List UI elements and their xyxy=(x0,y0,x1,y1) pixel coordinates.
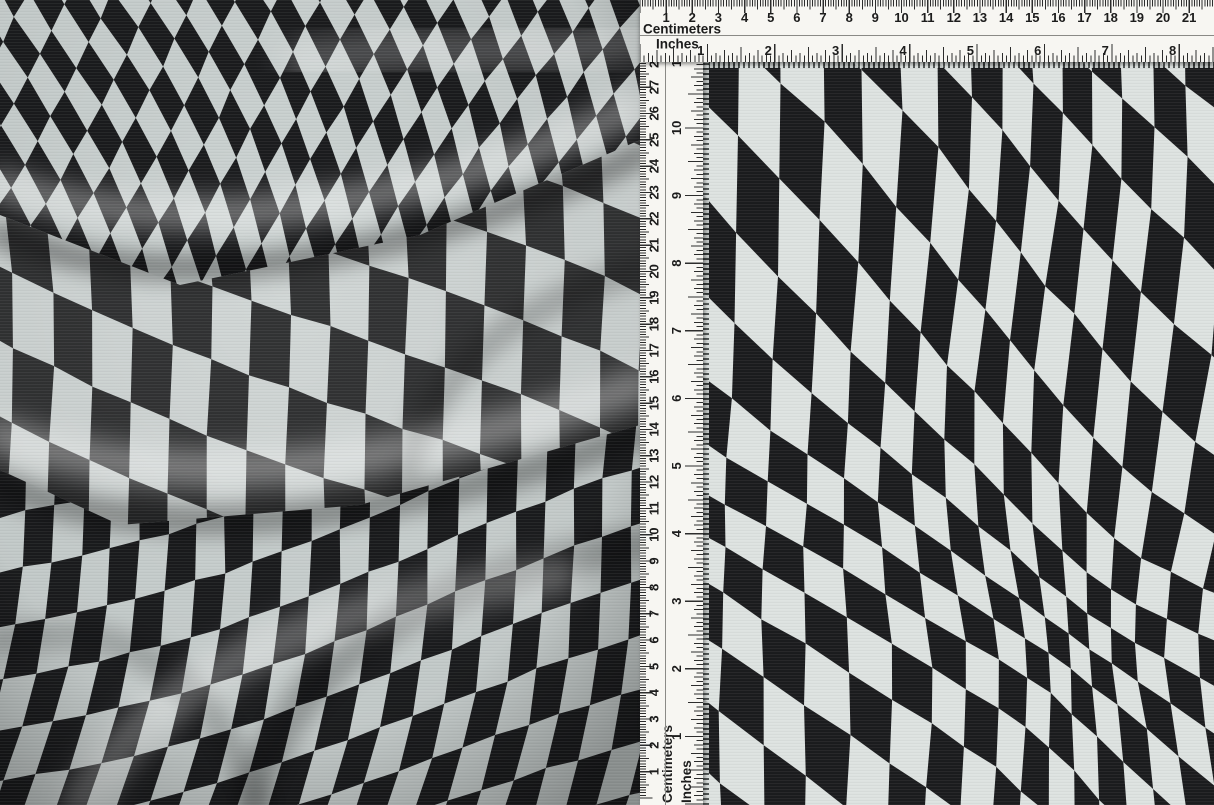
cm-tick-label: 12 xyxy=(647,475,662,489)
cm-tick-label: 3 xyxy=(647,715,662,722)
cm-tick-label: 7 xyxy=(647,610,662,617)
inch-tick-label: 1 xyxy=(697,43,704,58)
fabric-selvage-top-edge xyxy=(703,62,1214,68)
cm-tick-label: 9 xyxy=(647,557,662,564)
flat-fabric-render xyxy=(703,62,1214,805)
cm-tick-label: 20 xyxy=(1156,10,1170,25)
inch-scale-label: Inches xyxy=(679,760,694,803)
cm-tick-label: 18 xyxy=(647,317,662,331)
cm-tick-label: 5 xyxy=(647,663,662,670)
cm-tick-label: 10 xyxy=(894,10,908,25)
cm-tick-label: 9 xyxy=(872,10,879,25)
cm-tick-label: 14 xyxy=(647,421,662,436)
inch-tick-label: 6 xyxy=(1034,43,1041,58)
cm-tick-label: 19 xyxy=(1130,10,1144,25)
vertical-ruler-render: 1234567891011121314151617181920212223242… xyxy=(640,62,703,805)
cm-tick-label: 6 xyxy=(793,10,800,25)
inch-tick-label: 7 xyxy=(669,327,684,334)
cm-tick-label: 26 xyxy=(647,106,662,120)
inch-tick-label: 7 xyxy=(1102,43,1109,58)
inch-tick-label: 4 xyxy=(899,43,907,58)
draped-fabric-render xyxy=(0,0,640,805)
cm-tick-label: 14 xyxy=(999,10,1014,25)
cm-tick-label: 4 xyxy=(647,688,662,696)
cm-tick-label: 18 xyxy=(1103,10,1117,25)
fabric-selvage-left-edge xyxy=(703,62,709,805)
cm-tick-label: 16 xyxy=(1051,10,1065,25)
cm-tick-label: 24 xyxy=(647,158,662,173)
cm-tick-label: 11 xyxy=(647,502,662,516)
cm-tick-label: 17 xyxy=(1077,10,1091,25)
cm-tick-label: 25 xyxy=(647,133,662,147)
inch-tick-label: 2 xyxy=(765,43,772,58)
cm-tick-label: 10 xyxy=(647,527,662,541)
cm-tick-label: 19 xyxy=(647,290,662,304)
inch-scale-label: Inches xyxy=(656,37,699,52)
flat-fabric-swatch xyxy=(703,62,1214,805)
cm-tick-label: 15 xyxy=(1025,10,1039,25)
cm-scale-label: Centimeters xyxy=(643,22,721,37)
cm-tick-label: 22 xyxy=(647,211,662,225)
cm-tick-label: 12 xyxy=(947,10,961,25)
draped-fabric-photo xyxy=(0,0,640,805)
inch-tick-label: 3 xyxy=(669,598,684,605)
inch-tick-label: 4 xyxy=(669,529,684,537)
cm-tick-label: 8 xyxy=(647,584,662,591)
cm-tick-label: 5 xyxy=(767,10,774,25)
inch-tick-label: 3 xyxy=(832,43,839,58)
inch-tick-label: 8 xyxy=(669,259,684,266)
inch-tick-label: 8 xyxy=(1169,43,1176,58)
cm-tick-label: 15 xyxy=(647,396,662,410)
vertical-ruler: 1234567891011121314151617181920212223242… xyxy=(640,62,703,805)
horizontal-ruler-render: 123456789101112131415161718192021Centime… xyxy=(640,0,1214,62)
inch-tick-label: 5 xyxy=(967,43,974,58)
inch-tick-label: 2 xyxy=(669,665,684,672)
horizontal-ruler: 123456789101112131415161718192021Centime… xyxy=(640,0,1214,62)
cm-tick-label: 13 xyxy=(973,10,987,25)
fabric-photo-with-rulers: 123456789101112131415161718192021Centime… xyxy=(0,0,1214,805)
inch-tick-label: 1 xyxy=(669,733,684,740)
cm-tick-label: 13 xyxy=(647,448,662,462)
cm-tick-label: 4 xyxy=(741,10,749,25)
cm-tick-label: 11 xyxy=(921,10,935,25)
cm-tick-label: 6 xyxy=(647,636,662,643)
inch-tick-label: 9 xyxy=(669,192,684,199)
cm-tick-label: 7 xyxy=(819,10,826,25)
cm-tick-label: 28 xyxy=(647,62,662,68)
inch-tick-label: 6 xyxy=(669,395,684,402)
inch-tick-label: 10 xyxy=(669,121,684,135)
cm-tick-label: 8 xyxy=(846,10,853,25)
inch-tick-label: 5 xyxy=(669,462,684,469)
cm-tick-label: 17 xyxy=(647,343,662,357)
cm-tick-label: 23 xyxy=(647,185,662,199)
cm-tick-label: 27 xyxy=(647,80,662,94)
cm-tick-label: 20 xyxy=(647,264,662,278)
inch-tick-label: 11 xyxy=(669,62,684,67)
cm-tick-label: 21 xyxy=(1182,10,1196,25)
cm-tick-label: 21 xyxy=(647,238,662,252)
cm-tick-label: 16 xyxy=(647,369,662,383)
